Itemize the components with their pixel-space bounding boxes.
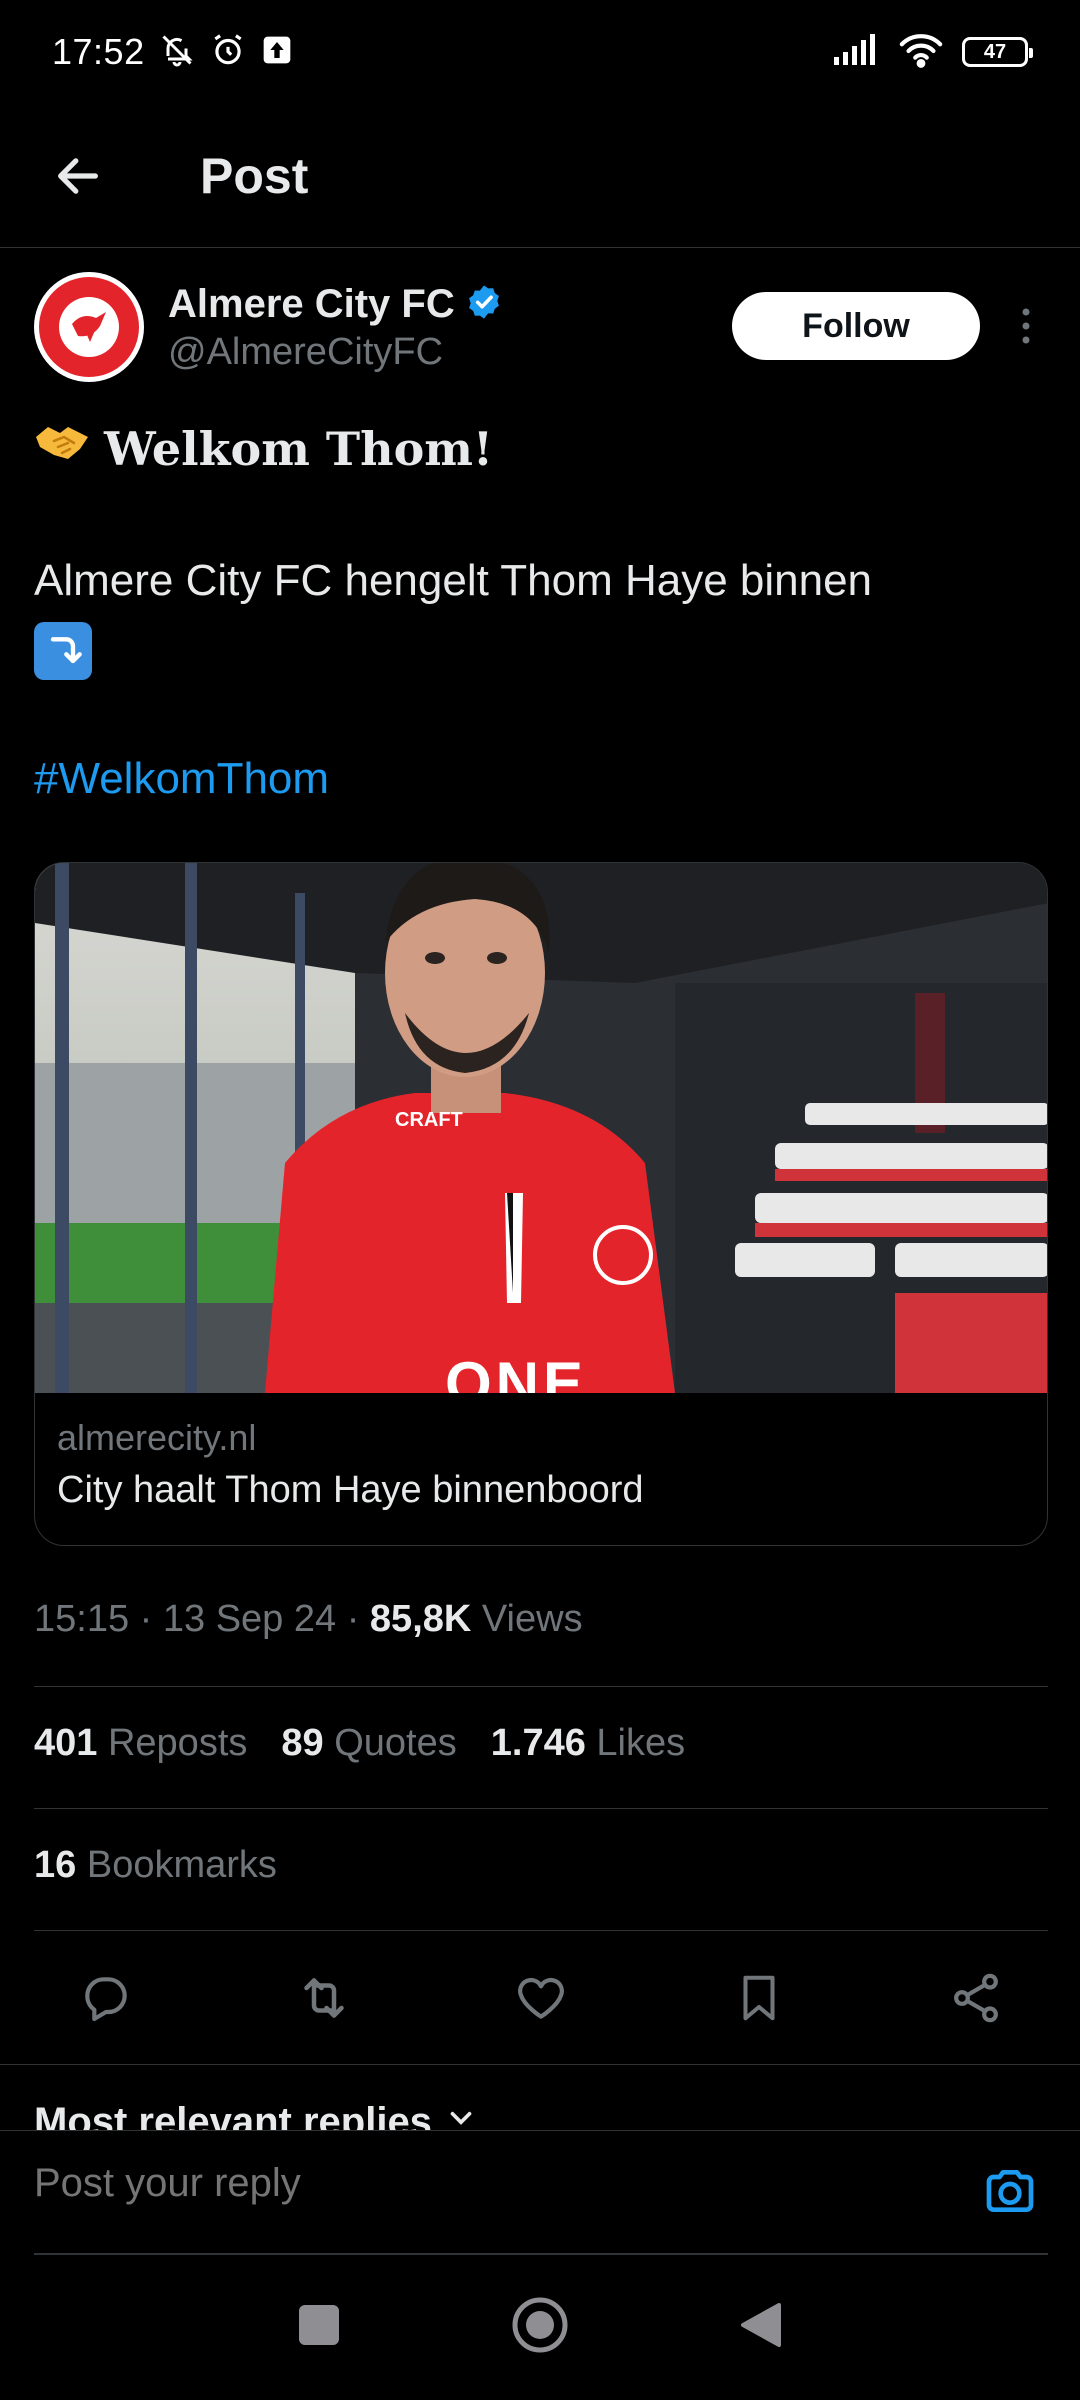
link-preview-card[interactable]: CRAFT ONE almerecity.nl City haalt Thom … <box>34 862 1048 1546</box>
bookmarks-stat[interactable]: 16 Bookmarks <box>34 1844 277 1887</box>
reposts-stat[interactable]: 401 Reposts <box>34 1722 247 1765</box>
divider <box>34 1686 1048 1687</box>
recents-button[interactable] <box>297 2303 341 2352</box>
page-title: Post <box>200 147 309 204</box>
chevron-down-icon <box>444 2100 478 2130</box>
reply-composer <box>0 2130 1080 2255</box>
more-options-button[interactable] <box>1006 292 1046 360</box>
post-author: Almere City FC @AlmereCityFC Follow <box>34 272 1046 392</box>
top-app-bar: Post <box>0 104 1080 248</box>
hashtag-link[interactable]: #WelkomThom <box>34 746 1046 812</box>
views-count: 85,8K <box>369 1598 472 1640</box>
more-vertical-icon <box>1022 308 1030 344</box>
follow-button[interactable]: Follow <box>732 292 980 360</box>
link-preview-image[interactable]: CRAFT ONE <box>35 863 1047 1393</box>
triangle-back-icon <box>741 2302 781 2347</box>
reposts-label: Reposts <box>107 1722 248 1764</box>
link-domain: almerecity.nl <box>57 1417 257 1458</box>
post-action-bar <box>34 1960 1048 2036</box>
battery-indicator: 47 <box>962 37 1033 67</box>
share-icon <box>954 1973 998 2023</box>
quotes-stat[interactable]: 89 Quotes <box>281 1722 456 1765</box>
author-name[interactable]: Almere City FC <box>168 282 455 327</box>
circle-home-icon <box>512 2297 568 2352</box>
bell-muted-icon <box>159 32 195 73</box>
post-time: 15:15 <box>34 1598 130 1640</box>
likes-stat[interactable]: 1.746 Likes <box>491 1722 685 1765</box>
battery-level: 47 <box>983 40 1007 63</box>
camera-icon <box>986 2170 1034 2212</box>
quotes-label: Quotes <box>334 1722 457 1764</box>
home-button[interactable] <box>511 2296 569 2359</box>
author-handle[interactable]: @AlmereCityFC <box>168 331 503 374</box>
wifi-icon <box>898 32 944 73</box>
divider <box>34 1808 1048 1809</box>
bookmark-icon <box>742 1975 775 2021</box>
engagement-stats: 401 Reposts 89 Quotes 1.746 Likes <box>34 1722 685 1765</box>
repost-button[interactable] <box>292 1966 356 2030</box>
views-label: Views <box>481 1598 583 1640</box>
post-date[interactable]: 13 Sep 24 <box>163 1598 336 1640</box>
status-time: 17:52 <box>52 31 145 72</box>
system-navigation-bar <box>0 2254 1080 2400</box>
reply-input[interactable] <box>34 2161 934 2206</box>
like-button[interactable] <box>509 1966 573 2030</box>
club-logo <box>35 273 143 381</box>
likes-count: 1.746 <box>490 1722 586 1764</box>
back-nav-button[interactable] <box>739 2301 783 2354</box>
reply-icon <box>85 1977 127 2022</box>
link-title: City haalt Thom Haye binnenboord <box>57 1469 644 1511</box>
arrow-left-icon <box>58 157 98 194</box>
divider <box>0 2064 1080 2065</box>
reposts-count: 401 <box>34 1722 98 1764</box>
camera-button[interactable] <box>980 2161 1040 2221</box>
post-headline: Welkom Thom! <box>104 422 494 476</box>
likes-label: Likes <box>596 1722 686 1764</box>
avatar[interactable] <box>34 272 144 382</box>
replies-sort-dropdown[interactable]: Most relevant replies <box>34 2100 478 2130</box>
signal-icon <box>832 33 880 72</box>
repost-icon <box>303 1978 344 2018</box>
status-bar: 17:52 47 <box>0 0 1080 104</box>
replies-sort-label: Most relevant replies <box>34 2100 432 2130</box>
back-button[interactable] <box>30 128 126 224</box>
bookmarks-label: Bookmarks <box>86 1844 277 1886</box>
alarm-icon <box>209 31 247 74</box>
reply-button[interactable] <box>74 1966 138 2030</box>
bookmark-button[interactable] <box>727 1966 791 2030</box>
shirt-main-text: ONE <box>445 1350 588 1393</box>
upload-notification-icon <box>261 34 293 71</box>
post-body: Almere City FC hengelt Thom Haye binnen <box>34 556 873 605</box>
bookmarks-count: 16 <box>34 1844 77 1886</box>
square-icon <box>299 2304 339 2345</box>
divider <box>34 1930 1048 1931</box>
post-timestamp: 15:15 · 13 Sep 24 · 85,8K Views <box>34 1598 583 1640</box>
shirt-sponsor-text: CRAFT <box>395 1109 463 1131</box>
heart-icon <box>518 1977 564 2019</box>
share-button[interactable] <box>944 1966 1008 2030</box>
arrow-curving-down-emoji-icon <box>34 622 92 681</box>
handshake-emoji-icon <box>34 416 90 482</box>
verified-badge-icon <box>465 283 503 326</box>
post-text: Welkom Thom! Almere City FC hengelt Thom… <box>34 416 1046 812</box>
quotes-count: 89 <box>281 1722 324 1764</box>
